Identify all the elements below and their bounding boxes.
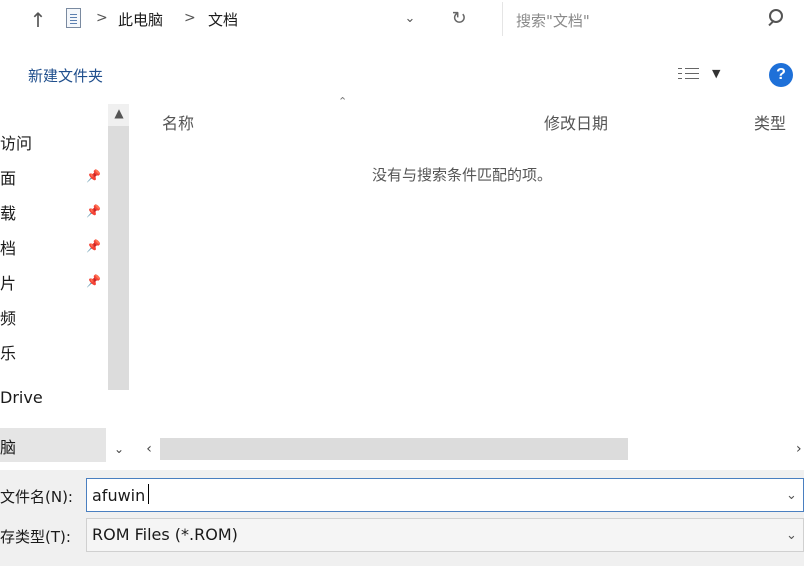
scroll-right-arrow-icon[interactable]: › bbox=[796, 441, 804, 457]
document-icon bbox=[66, 8, 81, 28]
column-header-date-modified[interactable]: 修改日期 bbox=[544, 110, 608, 134]
nav-scrollbar-thumb[interactable] bbox=[108, 126, 129, 390]
horizontal-scrollbar-thumb[interactable] bbox=[160, 438, 628, 460]
filename-label: 文件名(N): bbox=[0, 488, 73, 506]
scroll-up-arrow-icon[interactable]: ▲ bbox=[110, 106, 128, 122]
nav-item-quick-access[interactable]: 访问 bbox=[0, 130, 32, 154]
nav-item-downloads[interactable]: 载 bbox=[0, 200, 16, 224]
breadcrumb-separator-icon: > bbox=[184, 10, 196, 26]
pin-icon: 📌 bbox=[86, 274, 101, 288]
address-box[interactable] bbox=[58, 4, 438, 36]
column-header-type[interactable]: 类型 bbox=[754, 110, 786, 134]
nav-item-music[interactable]: 乐 bbox=[0, 340, 16, 364]
help-icon[interactable]: ? bbox=[769, 63, 793, 87]
pin-icon: 📌 bbox=[86, 204, 101, 218]
up-arrow-icon[interactable]: ↑ bbox=[24, 8, 52, 32]
nav-item-documents[interactable]: 档 bbox=[0, 235, 16, 259]
scroll-left-arrow-icon[interactable]: ‹ bbox=[142, 441, 156, 457]
filetype-label: 存类型(T): bbox=[0, 528, 71, 546]
pin-icon: 📌 bbox=[86, 239, 101, 253]
view-options-icon[interactable] bbox=[678, 66, 700, 82]
chevron-down-icon[interactable]: ⌄ bbox=[110, 442, 128, 458]
column-header-name[interactable]: 名称 bbox=[162, 110, 194, 134]
text-caret bbox=[148, 484, 149, 504]
address-history-chevron-down-icon[interactable]: ⌄ bbox=[400, 9, 420, 29]
filename-input[interactable] bbox=[86, 478, 804, 512]
refresh-icon[interactable]: ↻ bbox=[448, 8, 470, 30]
view-options-chevron-down-icon[interactable]: ▼ bbox=[712, 67, 720, 80]
search-placeholder: 搜索"文档" bbox=[516, 12, 590, 30]
filename-chevron-down-icon[interactable]: ⌄ bbox=[786, 488, 797, 503]
breadcrumb-separator-icon: > bbox=[96, 10, 108, 26]
new-folder-button[interactable]: 新建文件夹 bbox=[28, 65, 103, 86]
search-icon[interactable] bbox=[766, 8, 788, 30]
empty-list-message: 没有与搜索条件匹配的项。 bbox=[372, 166, 553, 184]
pin-icon: 📌 bbox=[86, 169, 101, 183]
nav-item-this-pc[interactable]: 脑 bbox=[0, 434, 16, 458]
nav-item-desktop[interactable]: 面 bbox=[0, 165, 16, 189]
breadcrumb-documents[interactable]: 文档 bbox=[208, 9, 238, 30]
filename-value: afuwin bbox=[92, 486, 146, 505]
sort-ascending-icon: ⌃ bbox=[338, 95, 348, 108]
nav-item-onedrive[interactable]: Drive bbox=[0, 388, 43, 407]
filetype-value: ROM Files (*.ROM) bbox=[92, 525, 238, 544]
nav-item-videos[interactable]: 频 bbox=[0, 305, 16, 329]
nav-item-pictures[interactable]: 片 bbox=[0, 270, 16, 294]
breadcrumb-this-pc[interactable]: 此电脑 bbox=[118, 9, 163, 30]
filetype-chevron-down-icon[interactable]: ⌄ bbox=[786, 528, 797, 543]
